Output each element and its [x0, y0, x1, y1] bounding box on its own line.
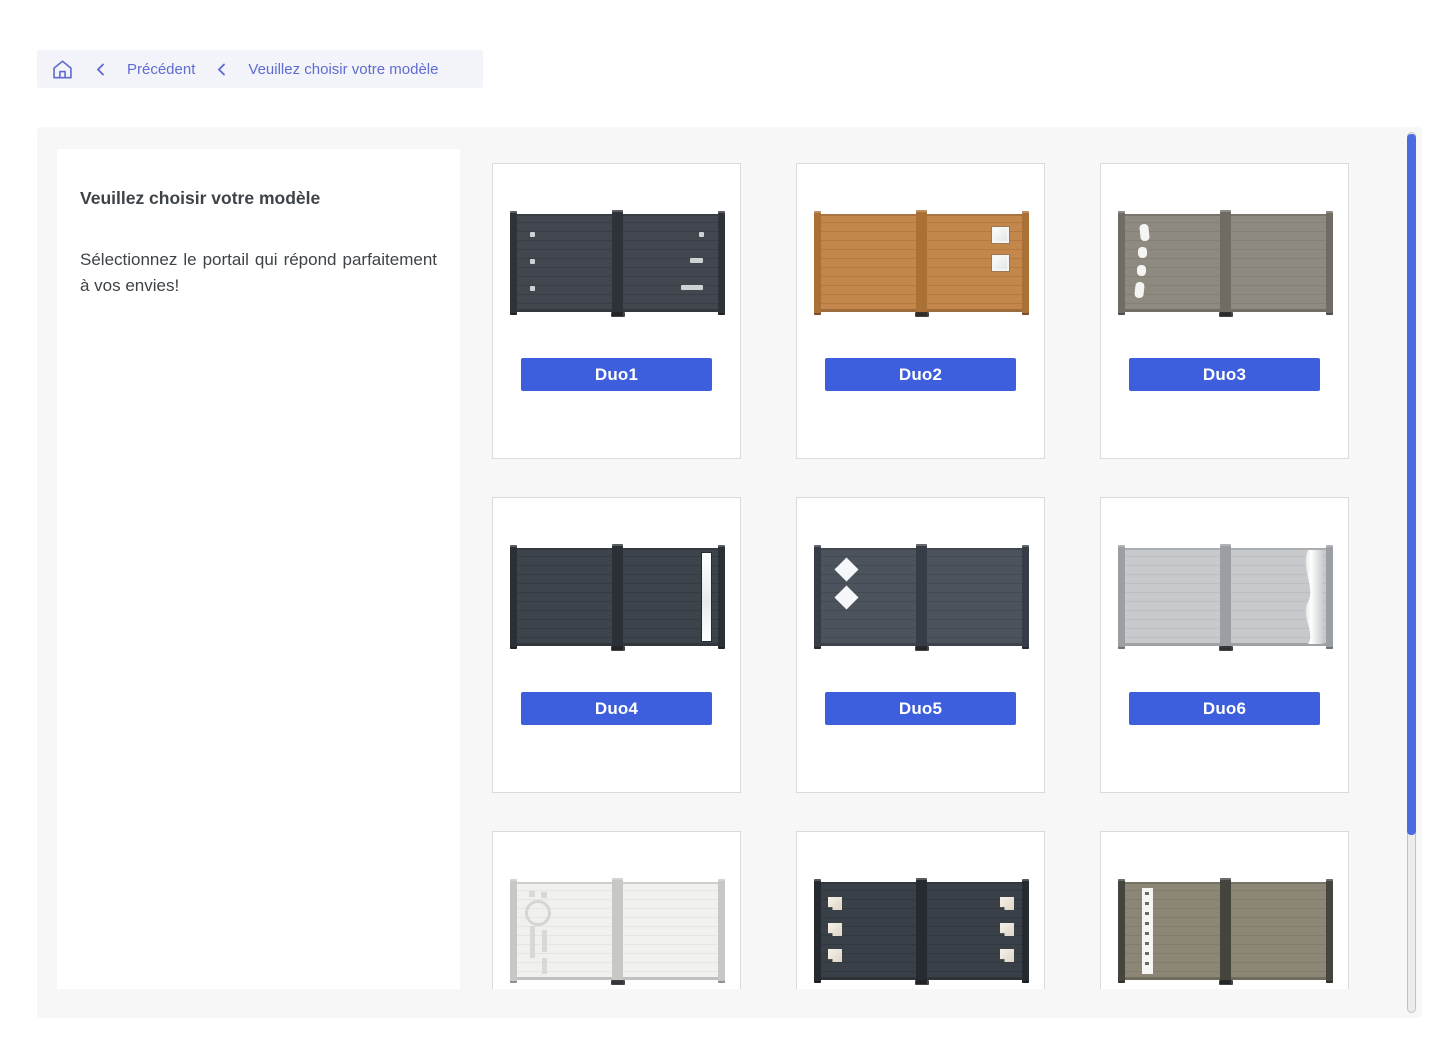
gate-post-left [510, 879, 517, 983]
model-card[interactable]: Duo2 [796, 163, 1045, 459]
scroll-viewport: Veuillez choisir votre modèle Sélectionn… [57, 149, 1372, 989]
gate-decoration [1296, 550, 1323, 644]
model-select-button-duo2[interactable]: Duo2 [825, 358, 1016, 391]
gate-post-center [1220, 544, 1231, 650]
gate-decoration [529, 891, 535, 897]
gate-preview-image [1118, 548, 1333, 646]
gate-decoration [1000, 949, 1014, 962]
gate-decoration [542, 930, 547, 952]
model-card[interactable] [492, 831, 741, 989]
model-chooser-panel: Veuillez choisir votre modèle Sélectionn… [37, 127, 1422, 1018]
gate-preview-image [510, 214, 725, 312]
gate-preview-image [814, 548, 1029, 646]
gate-preview-image [510, 548, 725, 646]
model-grid: Duo1 Duo2 Duo3 [492, 163, 1352, 989]
gate-post-left [814, 545, 821, 649]
gate-decoration [1137, 265, 1146, 276]
gate-post-right [718, 545, 725, 649]
model-select-button-duo5[interactable]: Duo5 [825, 692, 1016, 725]
gate-post-center [1220, 878, 1231, 984]
gate-decoration [530, 926, 535, 958]
scrollbar-thumb[interactable] [1407, 134, 1416, 835]
gate-preview-image [510, 882, 725, 980]
gate-post-left [510, 545, 517, 649]
model-card[interactable]: Duo5 [796, 497, 1045, 793]
model-card[interactable]: Duo4 [492, 497, 741, 793]
gate-decoration [1000, 923, 1014, 936]
gate-decoration [1139, 224, 1150, 242]
gate-post-center [916, 544, 927, 650]
gate-decoration [681, 285, 703, 290]
gate-post-left [1118, 879, 1125, 983]
model-select-button-duo3[interactable]: Duo3 [1129, 358, 1320, 391]
gate-decoration [1134, 282, 1145, 299]
gate-decoration [530, 259, 535, 264]
model-card[interactable]: Duo6 [1100, 497, 1349, 793]
gate-post-right [1326, 879, 1333, 983]
gate-post-right [1022, 211, 1029, 315]
gate-decoration [702, 553, 711, 641]
breadcrumb-current-page: Veuillez choisir votre modèle [248, 61, 438, 78]
gate-preview-image [1118, 882, 1333, 980]
breadcrumb-back-link[interactable]: Précédent [127, 61, 195, 78]
home-icon[interactable] [51, 58, 74, 81]
vertical-scrollbar[interactable] [1407, 132, 1416, 1013]
model-card[interactable]: Duo1 [492, 163, 741, 459]
breadcrumb: Précédent Veuillez choisir votre modèle [37, 50, 483, 88]
model-select-button-duo4[interactable]: Duo4 [521, 692, 712, 725]
gate-post-center [916, 210, 927, 316]
gate-decoration [525, 900, 551, 926]
model-select-button-duo1[interactable]: Duo1 [521, 358, 712, 391]
gate-decoration [690, 258, 703, 263]
gate-post-center [1220, 210, 1231, 316]
gate-decoration [542, 958, 547, 974]
gate-post-left [814, 211, 821, 315]
gate-preview-image [814, 214, 1029, 312]
chevron-left-icon [214, 62, 229, 77]
model-card[interactable]: Duo3 [1100, 163, 1349, 459]
gate-decoration [1142, 888, 1153, 974]
gate-post-right [718, 211, 725, 315]
gate-decoration [1000, 897, 1014, 910]
gate-post-right [1326, 211, 1333, 315]
model-card[interactable] [796, 831, 1045, 989]
gate-post-center [612, 210, 623, 316]
gate-decoration [991, 226, 1010, 244]
gate-decoration [828, 949, 842, 962]
gate-decoration [530, 286, 535, 291]
model-select-button-duo6[interactable]: Duo6 [1129, 692, 1320, 725]
intro-panel: Veuillez choisir votre modèle Sélectionn… [57, 149, 460, 989]
gate-post-left [510, 211, 517, 315]
gate-preview-image [814, 882, 1029, 980]
gate-decoration [834, 557, 858, 581]
page-title: Veuillez choisir votre modèle [80, 187, 437, 209]
gate-decoration [828, 897, 842, 910]
page-description: Sélectionnez le portail qui répond parfa… [80, 247, 437, 299]
gate-post-right [718, 879, 725, 983]
gate-post-center [612, 544, 623, 650]
gate-post-center [612, 878, 623, 984]
gate-decoration [1138, 247, 1147, 258]
gate-post-left [1118, 211, 1125, 315]
gate-decoration [699, 232, 704, 237]
model-card[interactable] [1100, 831, 1349, 989]
gate-decoration [530, 232, 535, 237]
gate-decoration [541, 892, 547, 898]
gate-post-right [1326, 545, 1333, 649]
gate-post-left [1118, 545, 1125, 649]
gate-decoration [828, 923, 842, 936]
gate-post-left [814, 879, 821, 983]
chevron-left-icon [93, 62, 108, 77]
gate-post-right [1022, 879, 1029, 983]
gate-decoration [834, 585, 858, 609]
gate-decoration [991, 254, 1010, 272]
gate-post-center [916, 878, 927, 984]
gate-preview-image [1118, 214, 1333, 312]
gate-post-right [1022, 545, 1029, 649]
